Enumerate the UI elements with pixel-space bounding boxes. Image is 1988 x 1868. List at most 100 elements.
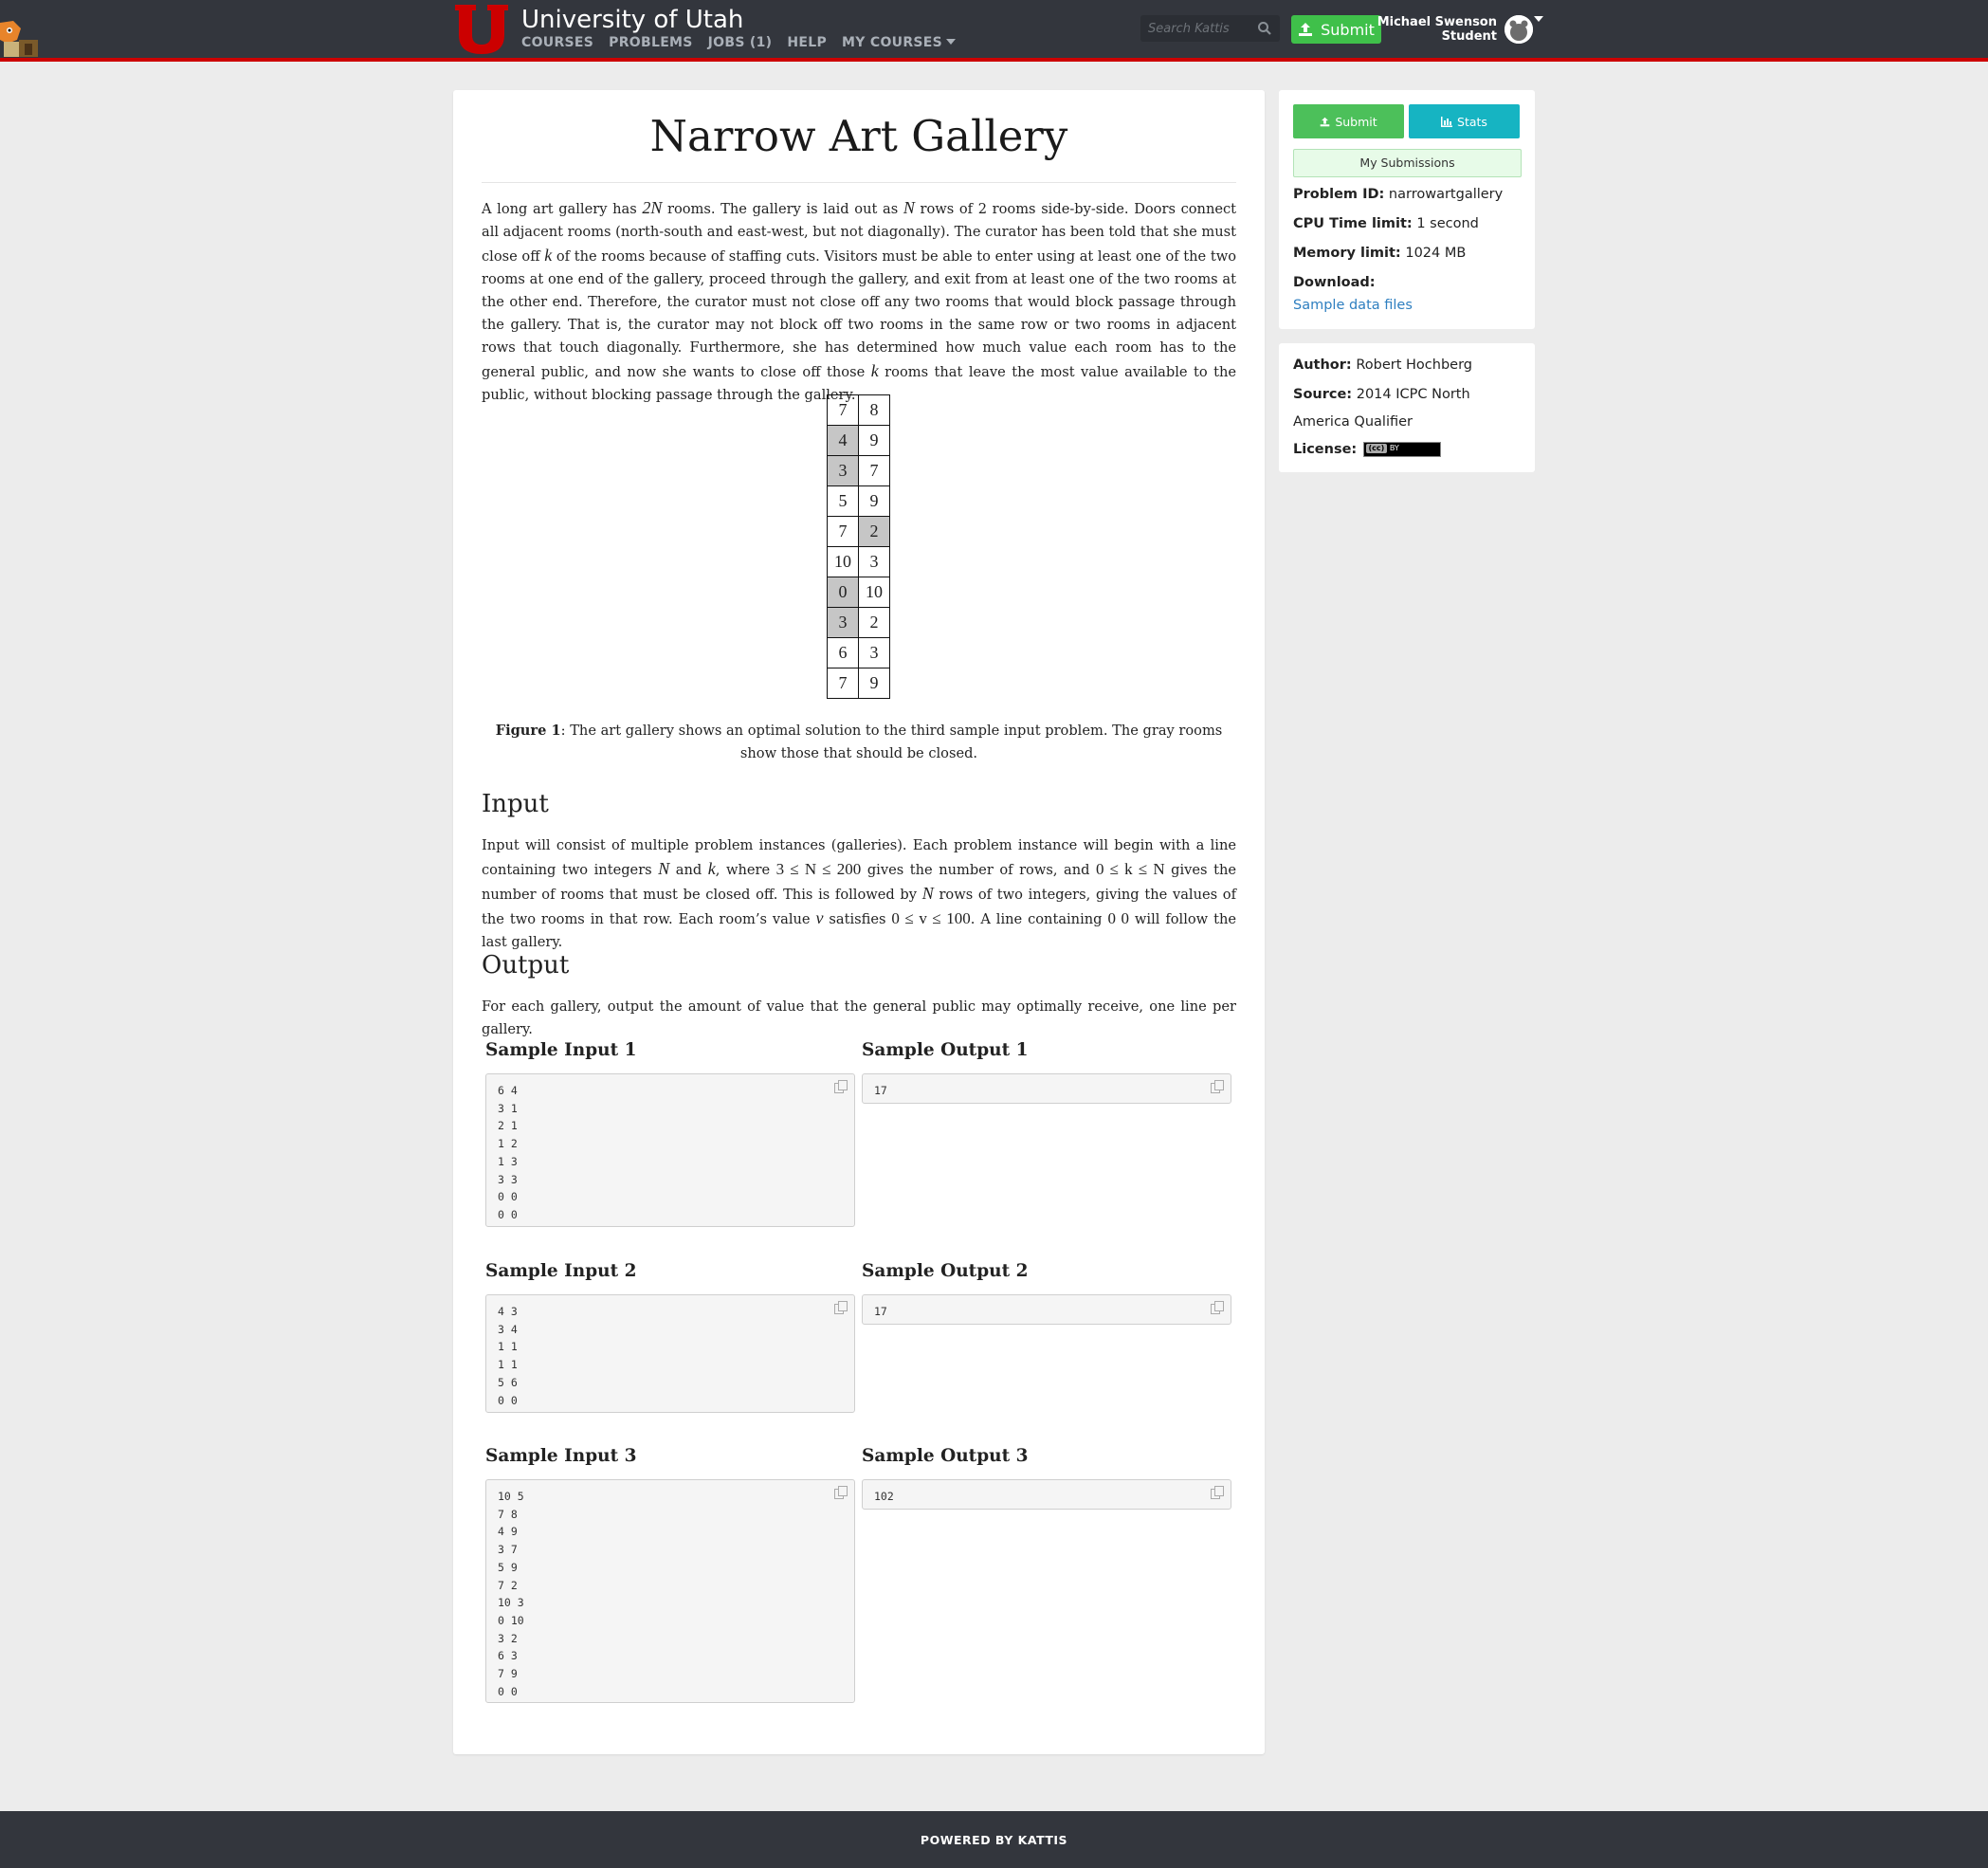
site-title[interactable]: University of Utah [521, 6, 743, 34]
upload-icon [1299, 23, 1313, 36]
math-expression: 2N [642, 198, 663, 217]
math-expression: k [870, 361, 879, 380]
nav-my-courses[interactable]: MY COURSES [842, 35, 957, 50]
upload-icon [1321, 117, 1330, 126]
footer: POWERED BY KATTIS [0, 1811, 1988, 1868]
copy-icon[interactable] [833, 1485, 848, 1500]
gallery-room-right: 2 [858, 516, 890, 547]
chevron-down-icon [946, 39, 957, 45]
cpu-limit-value: 1 second [1416, 216, 1479, 231]
bar-chart-icon [1441, 116, 1453, 127]
sample-output-2-box[interactable]: 17 [862, 1294, 1231, 1325]
math-expression: 0 ≤ k ≤ N [1096, 860, 1165, 878]
input-description: Input will consist of multiple problem i… [482, 834, 1236, 954]
sample-output-2-text: 17 [874, 1305, 887, 1318]
author-row: Author: Robert Hochberg [1293, 352, 1525, 379]
sample-input-3-text: 10 5 7 8 4 9 3 7 5 9 7 2 10 3 0 10 3 2 6… [498, 1490, 524, 1698]
nav-problems[interactable]: PROBLEMS [609, 35, 693, 50]
stats-button-label: Stats [1457, 114, 1487, 129]
problem-id-value: narrowartgallery [1388, 187, 1504, 202]
text-segment: satisfies [823, 911, 892, 927]
problem-id-label: Problem ID: [1293, 187, 1385, 202]
submit-button-label: Submit [1335, 114, 1377, 129]
footer-text[interactable]: POWERED BY KATTIS [0, 1833, 1988, 1847]
sample-input-1-text: 6 4 3 1 2 1 1 2 1 3 3 3 0 0 0 0 [498, 1084, 518, 1221]
figure-caption: Figure 1: The art gallery shows an optim… [482, 720, 1236, 765]
gallery-room-left: 7 [827, 668, 859, 699]
problem-panel: Narrow Art Gallery A long art gallery ha… [453, 90, 1265, 1754]
gallery-row: 63 [827, 637, 890, 668]
gallery-row: 79 [827, 668, 890, 699]
download-row: Sample data files [1293, 292, 1525, 320]
memory-limit-value: 1024 MB [1405, 246, 1467, 261]
copy-icon[interactable] [1210, 1079, 1225, 1094]
search-input[interactable] [1140, 15, 1257, 42]
gallery-row: 72 [827, 516, 890, 547]
text-segment: and [669, 862, 708, 878]
my-submissions-button[interactable]: My Submissions [1293, 149, 1522, 177]
sample-output-1-text: 17 [874, 1084, 887, 1097]
user-menu-caret-icon[interactable] [1534, 16, 1543, 22]
nav-my-courses-label: MY COURSES [842, 35, 943, 50]
header-submit-button[interactable]: Submit [1291, 15, 1381, 44]
sample-input-1-label: Sample Input 1 [485, 1040, 637, 1060]
problem-statement: A long art gallery has 2N rooms. The gal… [482, 196, 1236, 407]
user-info[interactable]: Michael Swenson Student [1377, 15, 1497, 44]
nav-jobs[interactable]: JOBS (1) [708, 35, 773, 50]
gallery-room-right: 2 [858, 607, 890, 638]
copy-icon[interactable] [1210, 1485, 1225, 1500]
user-avatar[interactable] [1505, 15, 1533, 44]
text-segment: , where [715, 862, 776, 878]
header-submit-label: Submit [1321, 20, 1375, 39]
gallery-row: 49 [827, 425, 890, 456]
gallery-room-right: 9 [858, 668, 890, 699]
submit-button[interactable]: Submit [1293, 104, 1404, 138]
user-role: Student [1441, 29, 1497, 44]
text-segment: rooms. The gallery is laid out as [662, 201, 903, 217]
gallery-room-right: 9 [858, 425, 890, 456]
sample-output-1-box[interactable]: 17 [862, 1073, 1231, 1104]
text-segment: A long art gallery has [482, 201, 643, 217]
mascot-logo[interactable] [0, 19, 49, 57]
math-expression: N [658, 859, 670, 878]
author-label: Author: [1293, 357, 1352, 373]
sample-output-3-box[interactable]: 102 [862, 1479, 1231, 1510]
copy-icon[interactable] [833, 1079, 848, 1094]
gallery-room-right: 7 [858, 455, 890, 486]
gallery-row: 59 [827, 485, 890, 517]
gallery-room-left: 6 [827, 637, 859, 668]
nav-courses[interactable]: COURSES [521, 35, 593, 50]
output-heading: Output [482, 951, 570, 980]
cpu-limit-label: CPU Time limit: [1293, 216, 1413, 231]
sample-input-3-box[interactable]: 10 5 7 8 4 9 3 7 5 9 7 2 10 3 0 10 3 2 6… [485, 1479, 855, 1703]
problem-id-row: Problem ID: narrowartgallery [1293, 181, 1525, 209]
copy-icon[interactable] [833, 1300, 848, 1315]
gallery-figure: 7 8 4 9 3 7 5 9 7 2 10 3 0 10 3 2 6 3 7 9 [827, 394, 890, 699]
text-segment: . A line containing [970, 911, 1108, 927]
cc-by-license-badge[interactable]: (cc) BY [1362, 442, 1441, 457]
copy-icon[interactable] [1210, 1300, 1225, 1315]
math-expression: 0 ≤ v ≤ 100 [891, 909, 971, 927]
gallery-room-right: 8 [858, 394, 890, 426]
text-segment: of the rooms because of staffing cuts. V… [482, 248, 1236, 380]
author-value: Robert Hochberg [1356, 357, 1472, 373]
by-label: BY [1389, 444, 1399, 452]
input-heading: Input [482, 790, 549, 818]
source-label: Source: [1293, 387, 1353, 402]
stats-button[interactable]: Stats [1409, 104, 1520, 138]
search-icon[interactable] [1257, 21, 1272, 36]
memory-limit-row: Memory limit: 1024 MB [1293, 240, 1525, 267]
gallery-row: 10 3 [827, 546, 890, 577]
gallery-row: 0 10 [827, 577, 890, 608]
cc-logo: (cc) [1365, 444, 1387, 453]
header-accent-line [0, 58, 1988, 62]
math-expression: 0 0 [1107, 909, 1129, 927]
license-label: License: [1293, 442, 1358, 457]
nav-help[interactable]: HELP [787, 35, 827, 50]
university-u-logo[interactable] [453, 3, 510, 56]
sample-data-link[interactable]: Sample data files [1293, 298, 1413, 313]
sample-input-2-box[interactable]: 4 3 3 4 1 1 1 1 5 6 0 0 [485, 1294, 855, 1413]
source-row: Source: 2014 ICPC North America Qualifie… [1293, 381, 1525, 436]
sample-input-2-label: Sample Input 2 [485, 1261, 637, 1281]
sample-input-1-box[interactable]: 6 4 3 1 2 1 1 2 1 3 3 3 0 0 0 0 [485, 1073, 855, 1227]
